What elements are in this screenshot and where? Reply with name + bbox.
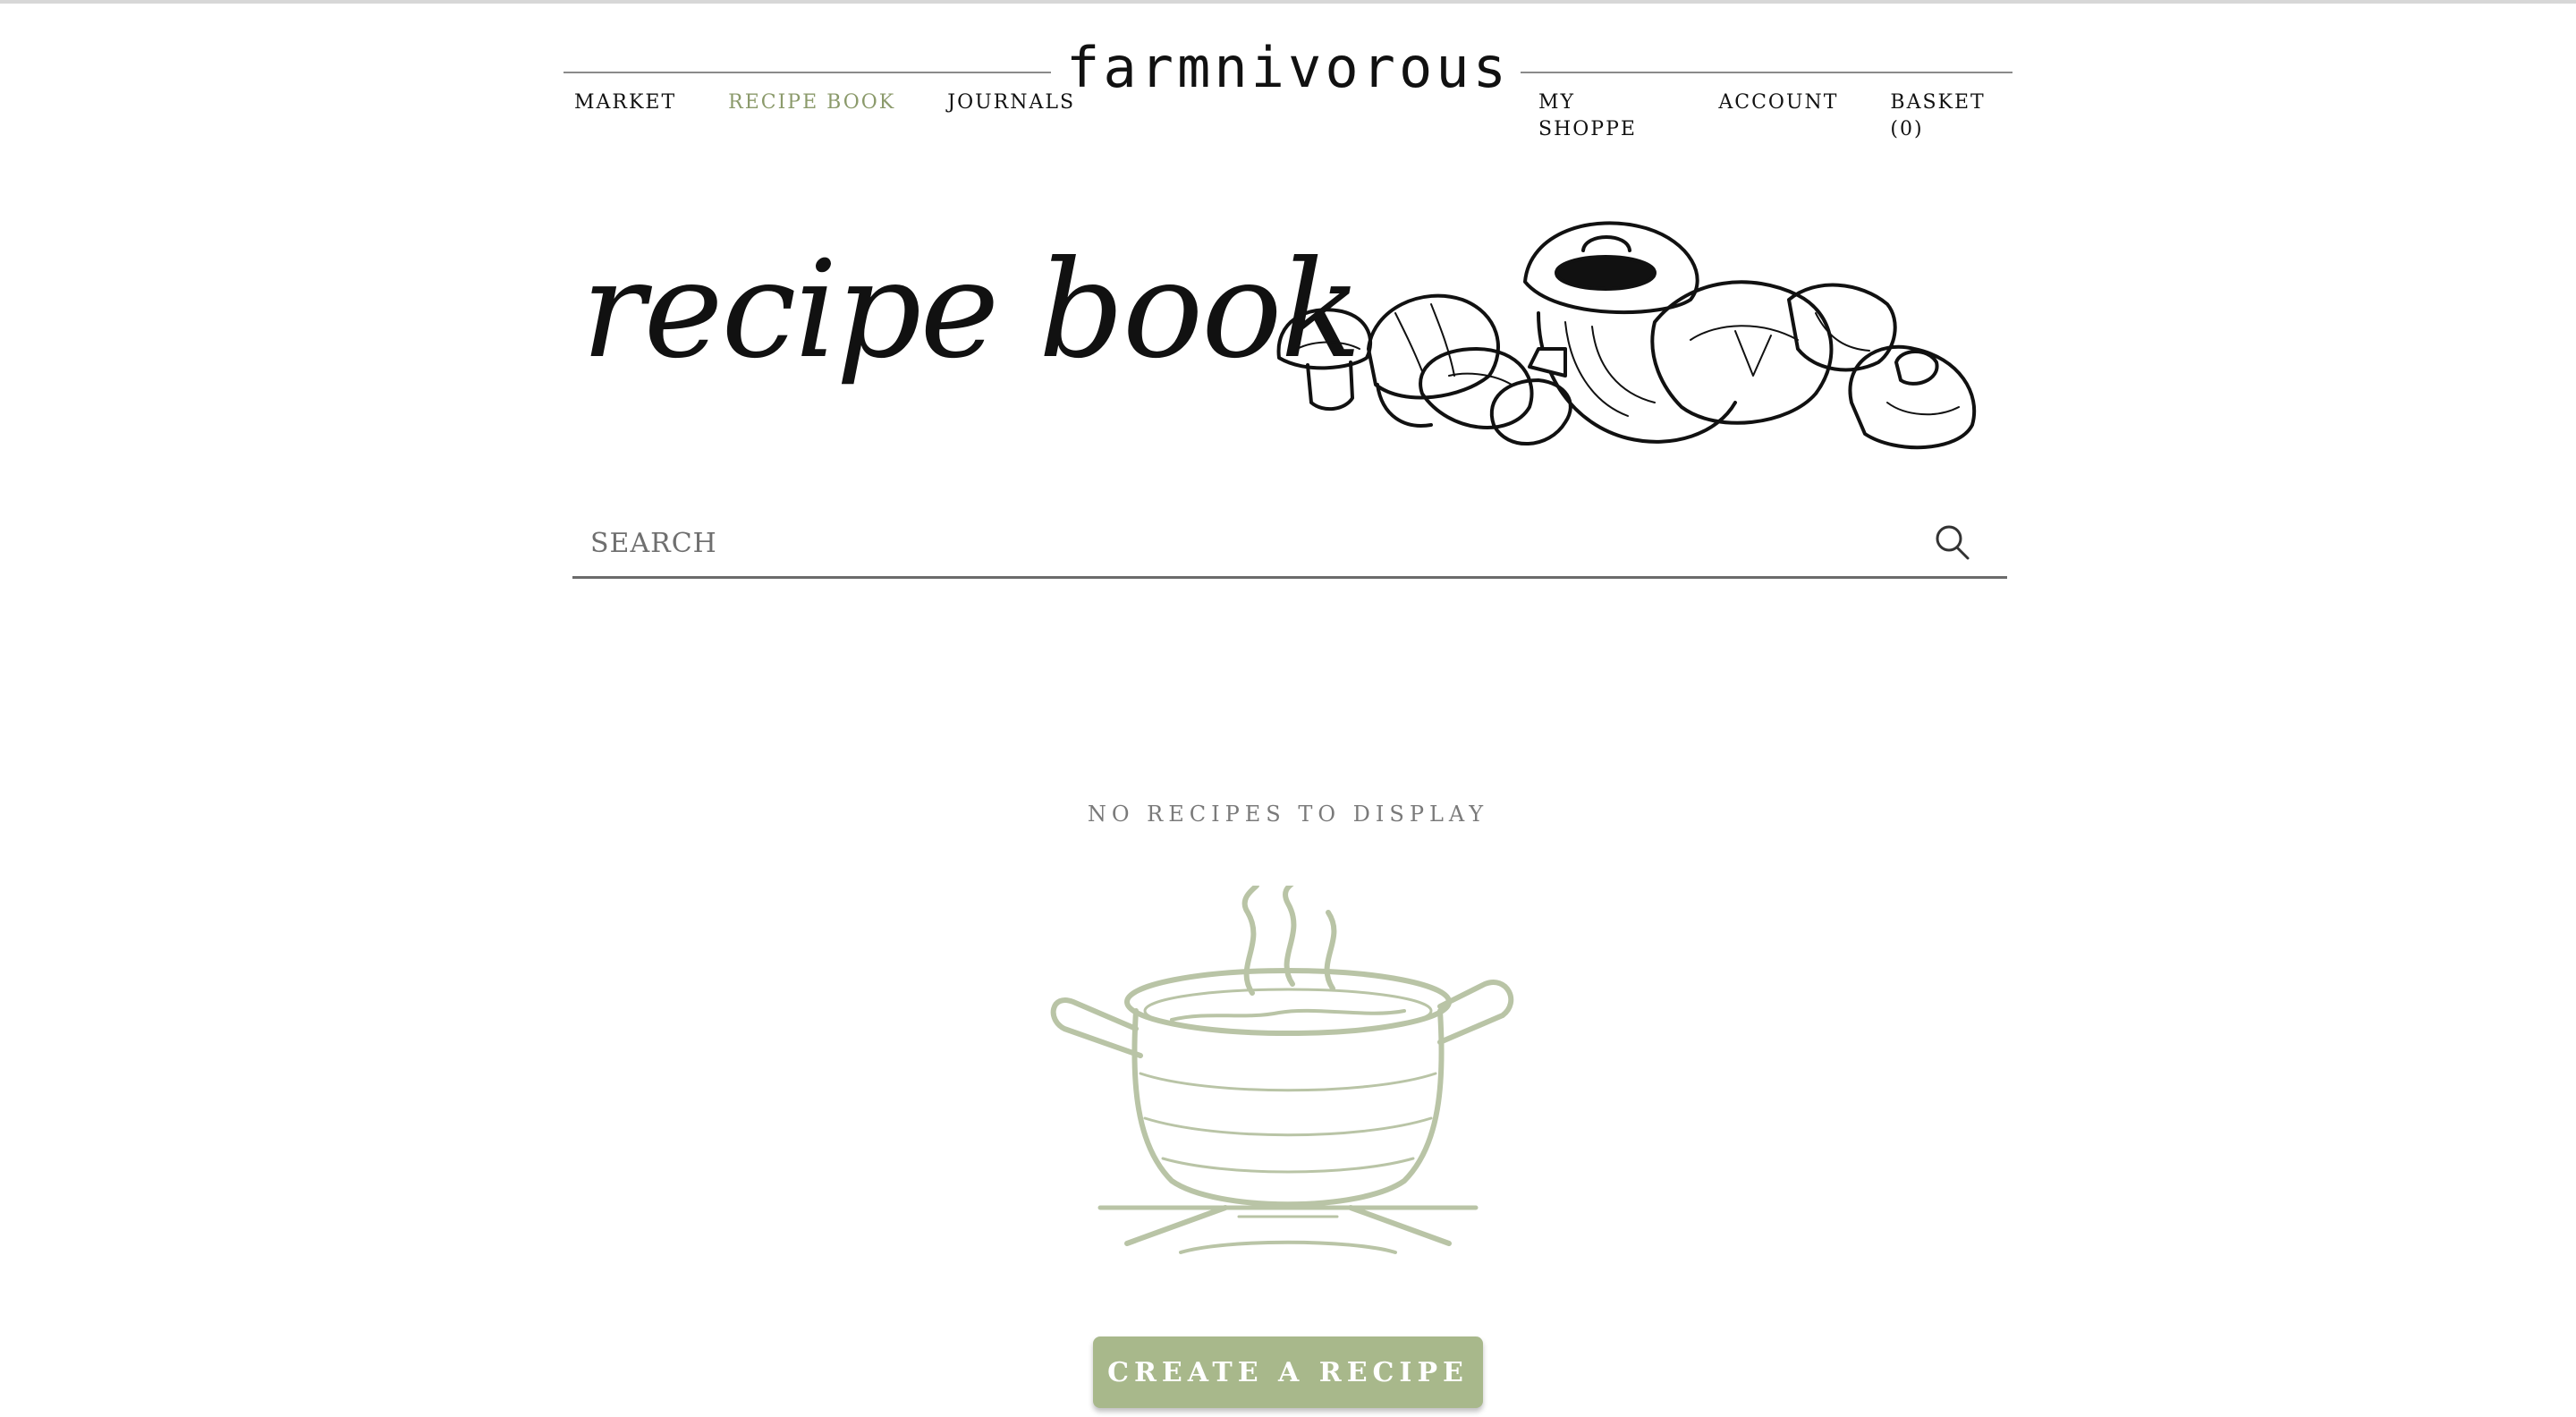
cooking-pot-illustration — [1050, 886, 1514, 1254]
nav-market[interactable]: MARKET — [574, 89, 676, 116]
mushroom-3 — [1419, 347, 1534, 429]
nav-recipe-book[interactable]: RECIPE BOOK — [728, 89, 895, 116]
search-input[interactable] — [589, 522, 1889, 564]
mushroom-8 — [1848, 344, 1977, 450]
mushroom-1 — [1276, 308, 1372, 412]
site-logo[interactable]: farmnivorous — [1046, 36, 1530, 100]
site-header: MARKET RECIPE BOOK JOURNALS farmnivorous… — [564, 36, 2012, 140]
account-nav: MY SHOPPE ACCOUNT BASKET (0) — [1538, 89, 2012, 143]
create-recipe-button[interactable]: CREATE A RECIPE — [1093, 1336, 1483, 1408]
header-rule-right — [1521, 72, 2012, 73]
primary-nav: MARKET RECIPE BOOK JOURNALS — [574, 89, 1075, 116]
nav-account[interactable]: ACCOUNT — [1718, 89, 1838, 143]
nav-my-shoppe[interactable]: MY SHOPPE — [1538, 89, 1666, 143]
mushrooms-illustration — [1276, 221, 1977, 450]
page-title: recipe book — [581, 233, 1361, 388]
nav-basket[interactable]: BASKET (0) — [1890, 89, 2012, 143]
search-icon[interactable] — [1932, 522, 1971, 562]
search-bar — [572, 510, 2007, 579]
top-border — [0, 0, 2576, 4]
header-rule-left — [564, 72, 1051, 73]
empty-state-message: NO RECIPES TO DISPLAY — [1087, 802, 1489, 827]
